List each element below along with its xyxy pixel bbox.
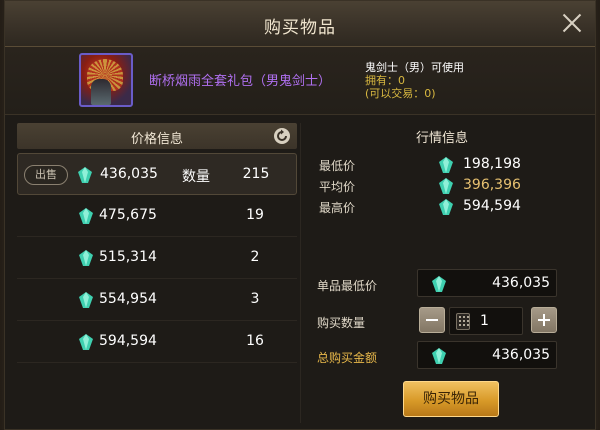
- minus-button[interactable]: [419, 307, 445, 333]
- gem-icon: [79, 334, 93, 350]
- usable-class: 鬼剑士（男）可使用: [365, 61, 464, 74]
- title-bar: 购买物品: [5, 1, 595, 47]
- gem-icon: [432, 348, 446, 364]
- market-min-row: 最低价 198,198: [319, 155, 569, 175]
- market-panel: 行情信息 最低价 198,198 平均价 396,396 最高价 594,594…: [303, 123, 583, 423]
- listing-price: 475,675: [99, 207, 157, 223]
- item-meta: 鬼剑士（男）可使用 拥有：0 (可以交易：0): [365, 61, 464, 100]
- gem-icon: [432, 276, 446, 292]
- gem-icon: [79, 250, 93, 266]
- item-name: 断桥烟雨全套礼包（男鬼剑士）: [149, 74, 332, 89]
- avg-price-label: 平均价: [319, 180, 356, 194]
- listing-row[interactable]: 554,954 3: [17, 279, 297, 321]
- listing-row[interactable]: 出售 436,035 数量 215: [17, 153, 297, 195]
- total-amount-value: 436,035: [492, 347, 550, 363]
- dialog-title: 购买物品: [264, 18, 336, 38]
- minus-icon: [426, 319, 438, 321]
- price-panel-title: 价格信息: [130, 132, 183, 147]
- listing-qty: 2: [250, 249, 260, 265]
- price-panel-header: 价格信息: [17, 123, 297, 149]
- refresh-icon[interactable]: [273, 127, 291, 145]
- gem-icon: [79, 208, 93, 224]
- listing-price: 515,314: [99, 249, 157, 265]
- listing-qty: 215: [242, 166, 270, 182]
- plus-button[interactable]: [531, 307, 557, 333]
- listing-price: 594,594: [99, 333, 157, 349]
- close-icon[interactable]: [561, 12, 583, 34]
- quantity-label: 数量: [182, 169, 210, 185]
- panel-divider: [300, 123, 301, 423]
- gem-icon: [439, 157, 453, 173]
- min-price-value: 198,198: [463, 156, 521, 172]
- listing-price: 436,035: [100, 166, 158, 182]
- listing-qty: 16: [246, 333, 264, 349]
- quantity-input[interactable]: 1: [449, 307, 523, 335]
- unit-min-value: 436,035: [492, 275, 550, 291]
- listing-qty: 19: [246, 207, 264, 223]
- tradeable-count: (可以交易：0): [365, 87, 436, 100]
- unit-min-field: 436,035: [417, 269, 557, 297]
- buy-qty-label: 购买数量: [317, 316, 366, 330]
- total-amount-label: 总购买金额: [317, 351, 378, 365]
- listing-price: 554,954: [99, 291, 157, 307]
- price-panel: 价格信息 出售 436,035 数量 215 475,675 19 515,31…: [17, 123, 297, 423]
- gem-icon: [78, 167, 92, 183]
- market-avg-row: 平均价 396,396: [319, 176, 569, 196]
- item-icon: [79, 53, 133, 107]
- market-panel-title: 行情信息: [415, 131, 468, 146]
- market-max-row: 最高价 594,594: [319, 197, 569, 217]
- listing-row[interactable]: 594,594 16: [17, 321, 297, 363]
- owned-count: 拥有：0: [365, 74, 405, 87]
- listing-row[interactable]: 475,675 19: [17, 195, 297, 237]
- gem-icon: [79, 292, 93, 308]
- item-summary: 断桥烟雨全套礼包（男鬼剑士） 鬼剑士（男）可使用 拥有：0 (可以交易：0): [5, 47, 595, 115]
- gem-icon: [439, 199, 453, 215]
- buy-button[interactable]: 购买物品: [403, 381, 499, 417]
- listing-qty: 3: [250, 291, 260, 307]
- max-price-value: 594,594: [463, 198, 521, 214]
- max-price-label: 最高价: [319, 201, 356, 215]
- total-amount-field: 436,035: [417, 341, 557, 369]
- keypad-icon[interactable]: [456, 313, 470, 330]
- min-price-label: 最低价: [319, 159, 356, 173]
- unit-min-label: 单品最低价: [317, 279, 378, 293]
- sell-tag: 出售: [24, 165, 68, 185]
- gem-icon: [439, 178, 453, 194]
- quantity-value: 1: [480, 313, 489, 329]
- purchase-dialog: 购买物品 断桥烟雨全套礼包（男鬼剑士） 鬼剑士（男）可使用 拥有：0 (可以交易…: [4, 0, 596, 430]
- listing-row[interactable]: 515,314 2: [17, 237, 297, 279]
- avg-price-value: 396,396: [463, 177, 521, 193]
